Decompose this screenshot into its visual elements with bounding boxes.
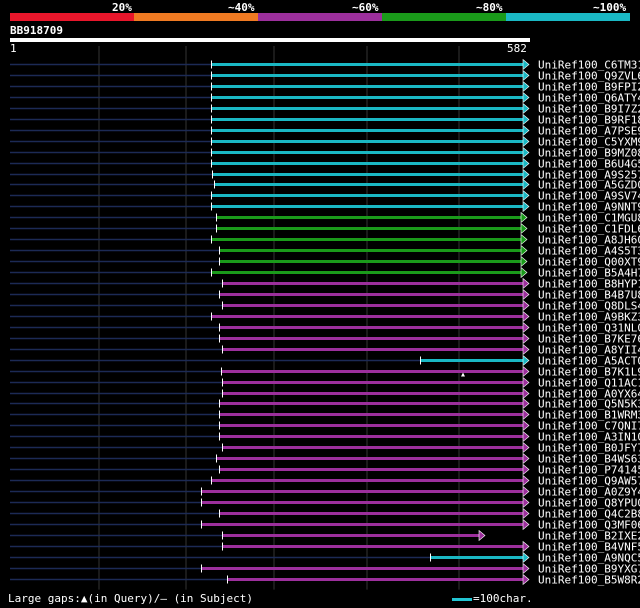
gaps-legend: Large gaps:▲(in Query)/– (in Subject) [8,592,254,605]
hit-list: UniRef100_C6TM31UniRef100_Q9ZVL6UniRef10… [10,59,640,587]
hit-end-arrow [520,233,528,246]
hit-end-arrow [522,376,530,389]
scale-label: =100char. [473,592,533,605]
hit-end-arrow [522,80,530,93]
hit-end-arrow [522,310,530,323]
hit-end-arrow [522,463,530,476]
hit-end-arrow [522,277,530,290]
query-gap-marker [461,372,465,377]
hit-end-arrow [522,551,530,564]
hit-end-arrow [522,69,530,82]
hit-end-arrow [522,343,530,356]
hit-end-arrow [522,354,530,367]
hit-end-arrow [522,387,530,400]
hit-end-arrow [520,222,528,235]
hit-end-arrow [522,168,530,181]
hit-end-arrow [522,178,530,191]
hit-end-arrow [478,529,486,542]
hit-end-arrow [522,507,530,520]
hit-end-arrow [522,113,530,126]
hit-row[interactable]: UniRef100_B5W8R2 [10,574,640,587]
hit-end-arrow [522,135,530,148]
hit-end-arrow [522,157,530,170]
hit-end-arrow [522,91,530,104]
hit-end-arrow [522,485,530,498]
hit-label[interactable]: UniRef100_B5W8R2 [538,574,640,587]
hit-end-arrow [522,474,530,487]
hit-end-arrow [522,124,530,137]
scale-bar [452,598,472,601]
hit-end-arrow [522,189,530,202]
hit-end-arrow [522,540,530,553]
hit-end-arrow [522,441,530,454]
hit-end-arrow [522,102,530,115]
hit-end-arrow [522,146,530,159]
hit-end-arrow [520,266,528,279]
hit-end-arrow [522,452,530,465]
hit-end-arrow [522,518,530,531]
hit-end-arrow [522,562,530,575]
hit-end-arrow [522,365,530,378]
hit-end-arrow [522,299,530,312]
hit-end-arrow [522,321,530,334]
hit-end-arrow [520,211,528,224]
hit-end-arrow [522,419,530,432]
hit-end-arrow [522,397,530,410]
hit-end-arrow [522,573,530,586]
hit-end-arrow [522,496,530,509]
hit-end-arrow [522,332,530,345]
hit-end-arrow [522,58,530,71]
hit-end-arrow [520,255,528,268]
alignment-plot: UniRef100_C6TM31UniRef100_Q9ZVL6UniRef10… [10,46,640,590]
hit-end-arrow [522,288,530,301]
hit-end-arrow [522,408,530,421]
hit-end-arrow [522,200,530,213]
hit-end-arrow [522,430,530,443]
hit-end-arrow [520,244,528,257]
